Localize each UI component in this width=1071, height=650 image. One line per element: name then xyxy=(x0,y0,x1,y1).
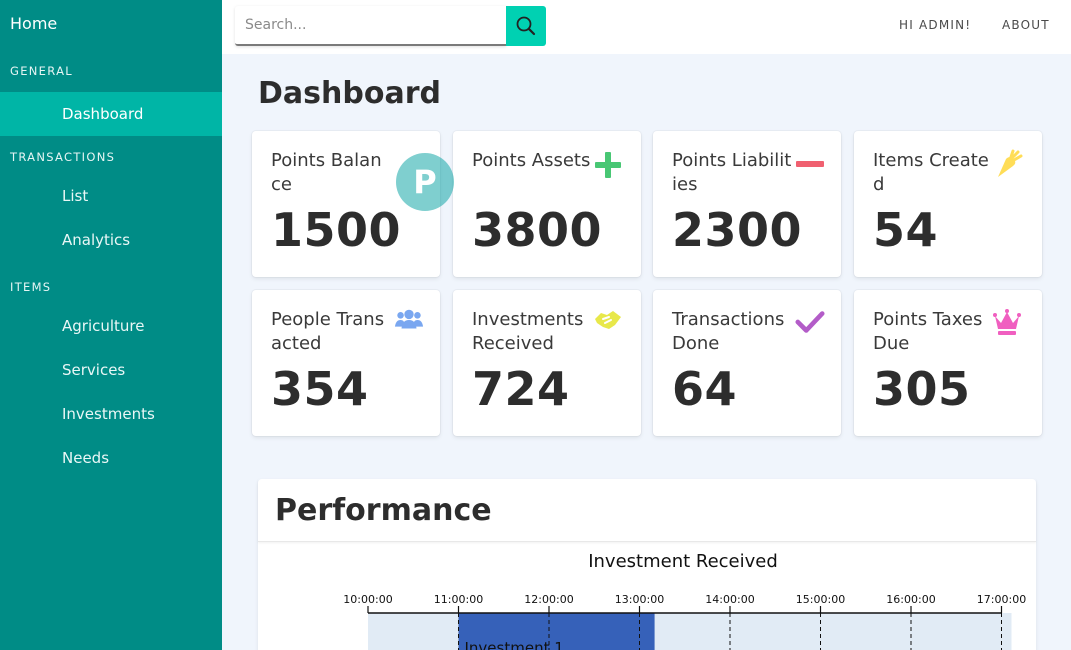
card-title: Points Assets xyxy=(472,150,591,171)
sidebar: Home GENERAL Dashboard TRANSACTIONS List… xyxy=(0,0,222,650)
sidebar-item-list[interactable]: List xyxy=(0,174,222,218)
top-navbar: HI ADMIN! ABOUT xyxy=(222,0,1071,54)
performance-header: Performance xyxy=(258,479,1036,542)
search-input[interactable] xyxy=(235,6,506,46)
card-points-assets: Points Assets 3800 xyxy=(453,131,641,277)
users-icon xyxy=(394,305,424,335)
timeline-tick-label: 14:00:00 xyxy=(705,593,754,606)
card-title: Items Created xyxy=(873,150,989,195)
card-value: 3800 xyxy=(472,203,603,257)
carrot-icon xyxy=(994,149,1024,179)
about-link[interactable]: ABOUT xyxy=(1002,18,1050,32)
card-title: People Transacted xyxy=(271,309,385,354)
chart-title: Investment Received xyxy=(588,551,778,572)
check-icon xyxy=(795,307,825,337)
minus-icon xyxy=(795,150,825,180)
handshake-icon xyxy=(593,305,623,335)
performance-panel: Performance Investment Received Investme… xyxy=(258,479,1036,650)
search-button[interactable] xyxy=(506,6,546,46)
card-title: Investments Received xyxy=(472,309,584,354)
card-value: 354 xyxy=(271,362,369,416)
card-points-taxes-due: Points Taxes Due 305 xyxy=(854,290,1042,436)
sidebar-item-services[interactable]: Services xyxy=(0,348,222,392)
timeline-tick-label: 11:00:00 xyxy=(434,593,483,606)
page-title: Dashboard xyxy=(258,76,441,111)
timeline-tick-label: 17:00:00 xyxy=(977,593,1026,606)
sidebar-item-investments[interactable]: Investments xyxy=(0,392,222,436)
card-value: 54 xyxy=(873,203,939,257)
timeline-tick-label: 13:00:00 xyxy=(615,593,664,606)
sidebar-section-items: ITEMS xyxy=(10,280,52,294)
card-value: 2300 xyxy=(672,203,803,257)
card-transactions-done: Transactions Done 64 xyxy=(653,290,841,436)
card-people-transacted: People Transacted 354 xyxy=(252,290,440,436)
card-points-liabilities: Points Liabilities 2300 xyxy=(653,131,841,277)
timeline-tick-label: 15:00:00 xyxy=(796,593,845,606)
search-bar xyxy=(235,6,546,46)
sidebar-item-dashboard[interactable]: Dashboard xyxy=(0,92,222,136)
search-icon xyxy=(516,16,536,36)
sidebar-item-analytics[interactable]: Analytics xyxy=(0,218,222,262)
card-value: 64 xyxy=(672,362,738,416)
timeline-tick-label: 10:00:00 xyxy=(343,593,392,606)
card-value: 305 xyxy=(873,362,971,416)
card-investments-received: Investments Received 724 xyxy=(453,290,641,436)
card-title: Points Taxes Due xyxy=(873,309,983,354)
investment-timeline-chart: Investment Received Investment 110:00:00… xyxy=(343,551,1026,650)
plus-icon xyxy=(593,150,623,180)
greeting-link[interactable]: HI ADMIN! xyxy=(899,18,971,32)
sidebar-home-link[interactable]: Home xyxy=(10,14,57,33)
p-badge: P xyxy=(396,153,454,211)
timeline-tick-label: 12:00:00 xyxy=(524,593,573,606)
sidebar-item-needs[interactable]: Needs xyxy=(0,436,222,480)
card-value: 1500 xyxy=(271,203,402,257)
card-value: 724 xyxy=(472,362,570,416)
card-title: Points Liabilities xyxy=(672,150,792,195)
card-title: Transactions Done xyxy=(672,309,785,354)
sidebar-item-agriculture[interactable]: Agriculture xyxy=(0,304,222,348)
timeline-tick-label: 16:00:00 xyxy=(886,593,935,606)
sidebar-section-transactions: TRANSACTIONS xyxy=(10,150,116,164)
card-title: Points Balance xyxy=(271,150,382,195)
performance-title: Performance xyxy=(275,493,492,528)
card-items-created: Items Created 54 xyxy=(854,131,1042,277)
crown-icon xyxy=(992,307,1022,337)
sidebar-section-general: GENERAL xyxy=(10,64,73,78)
